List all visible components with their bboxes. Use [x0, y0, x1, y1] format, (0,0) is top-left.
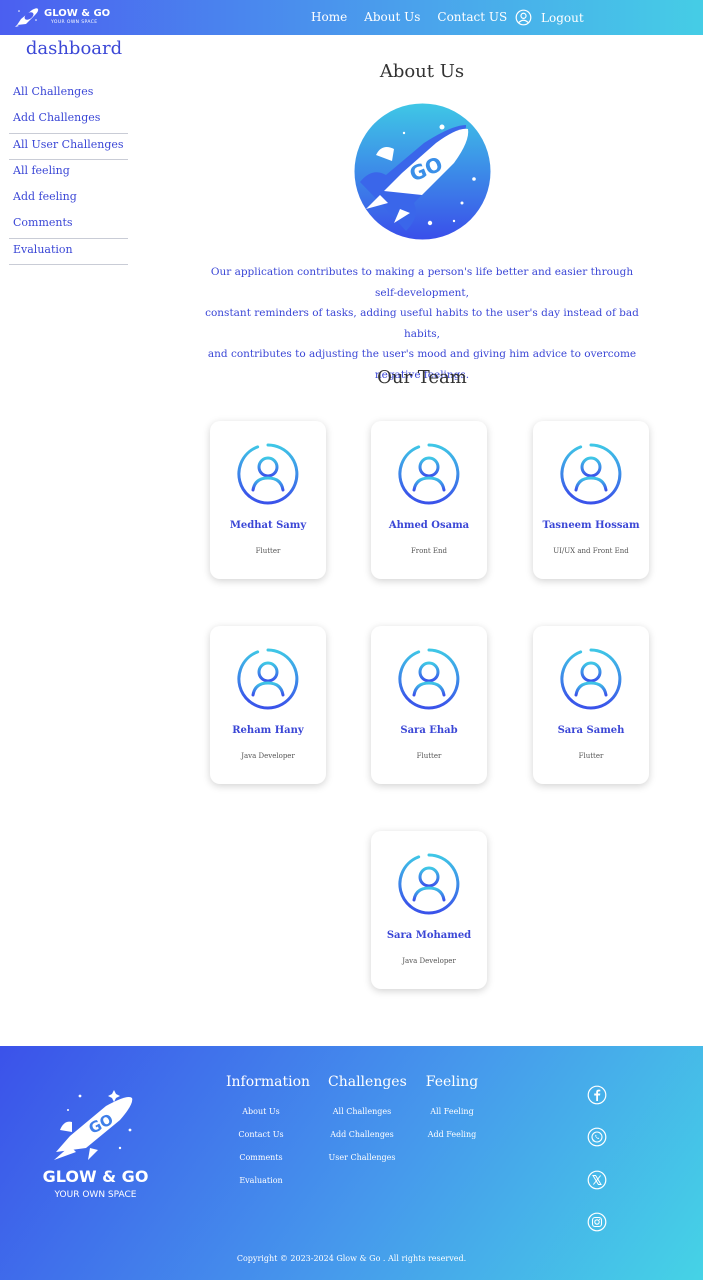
user-avatar-icon	[237, 648, 299, 710]
team-member-role: UI/UX and Front End	[553, 547, 629, 555]
team-title: Our Team	[377, 367, 467, 388]
user-circle-icon	[515, 9, 532, 26]
sidebar-item-evaluation[interactable]: Evaluation	[9, 239, 128, 266]
team-member-name: Tasneem Hossam	[542, 520, 640, 531]
user-avatar-icon	[560, 648, 622, 710]
team-member-role: Flutter	[255, 547, 281, 555]
footer-link-comments[interactable]: Comments	[226, 1153, 296, 1162]
footer-column-title: Feeling	[425, 1074, 479, 1090]
about-line: Our application contributes to making a …	[210, 266, 634, 299]
team-member-role: Flutter	[578, 752, 604, 760]
nav-links: Home About Us Contact US	[311, 10, 524, 24]
footer-link-add-challenges[interactable]: Add Challenges	[328, 1130, 396, 1139]
team-member-name: Reham Hany	[232, 725, 304, 736]
team-member-name: Medhat Samy	[229, 520, 307, 531]
footer-column-title: Challenges	[328, 1074, 407, 1090]
user-avatar-icon	[560, 443, 622, 505]
logout-label: Logout	[541, 10, 584, 25]
team-member-card: Sara Sameh Flutter	[533, 626, 649, 784]
footer-link-evaluation[interactable]: Evaluation	[226, 1176, 296, 1185]
user-avatar-icon	[237, 443, 299, 505]
team-member-name: Sara Ehab	[400, 725, 458, 736]
app-logo-icon: GO	[354, 103, 491, 240]
user-avatar-icon	[398, 648, 460, 710]
sidebar-item-add-feeling[interactable]: Add feeling	[9, 186, 128, 212]
copyright-text: Copyright © 2023-2024 Glow & Go . All ri…	[236, 1254, 467, 1263]
sidebar-item-all-user-challenges[interactable]: All User Challenges	[9, 134, 128, 160]
brand-name: GLOW & GO	[44, 7, 111, 19]
footer-link-about-us[interactable]: About Us	[226, 1107, 296, 1116]
footer-column-title: Information	[226, 1074, 311, 1090]
team-member-card: Sara Mohamed Java Developer	[371, 831, 487, 989]
team-member-name: Ahmed Osama	[388, 520, 470, 531]
team-member-role: Java Developer	[241, 752, 295, 760]
x-twitter-icon[interactable]	[587, 1170, 607, 1190]
team-member-name: Sara Mohamed	[386, 930, 472, 941]
sidebar-title: dashboard	[25, 38, 123, 59]
nav-contact-link[interactable]: Contact US	[437, 10, 507, 24]
nav-about-link[interactable]: About Us	[364, 10, 420, 24]
rocket-logo-icon	[15, 8, 39, 27]
user-avatar-icon	[398, 853, 460, 915]
footer: GO GLOW & GO YOUR OWN SPACE Information …	[0, 1046, 703, 1280]
footer-column-feeling: Feeling All Feeling Add Feeling	[422, 1074, 482, 1139]
rocket-logo-icon: GO	[54, 1090, 133, 1160]
team-member-card: Medhat Samy Flutter	[210, 421, 326, 579]
user-avatar-icon	[398, 443, 460, 505]
brand-tagline: YOUR OWN SPACE	[51, 19, 98, 25]
sidebar-item-comments[interactable]: Comments	[9, 212, 128, 239]
footer-link-contact-us[interactable]: Contact Us	[226, 1130, 296, 1139]
team-member-card: Ahmed Osama Front End	[371, 421, 487, 579]
footer-link-all-feeling[interactable]: All Feeling	[422, 1107, 482, 1116]
team-member-card: Sara Ehab Flutter	[371, 626, 487, 784]
team-member-role: Java Developer	[402, 957, 456, 965]
sidebar-item-all-challenges[interactable]: All Challenges	[9, 81, 128, 107]
facebook-icon[interactable]	[587, 1085, 607, 1105]
footer-column-challenges: Challenges All Challenges Add Challenges…	[328, 1074, 407, 1162]
top-navbar: GLOW & GO YOUR OWN SPACE Home About Us C…	[0, 0, 703, 35]
team-member-card: Reham Hany Java Developer	[210, 626, 326, 784]
nav-home-link[interactable]: Home	[311, 10, 347, 24]
logout-button[interactable]: Logout	[515, 9, 584, 26]
team-member-card: Tasneem Hossam UI/UX and Front End	[533, 421, 649, 579]
footer-link-user-challenges[interactable]: User Challenges	[328, 1153, 396, 1162]
brand[interactable]: GLOW & GO YOUR OWN SPACE	[14, 6, 110, 28]
sidebar-item-add-challenges[interactable]: Add Challenges	[9, 107, 128, 134]
instagram-icon[interactable]	[587, 1212, 607, 1232]
footer-brand-name: GLOW & GO	[42, 1167, 149, 1186]
about-title: About Us	[379, 61, 465, 82]
team-member-role: Flutter	[416, 752, 442, 760]
footer-column-information: Information About Us Contact Us Comments…	[226, 1074, 311, 1185]
team-member-name: Sara Sameh	[557, 725, 625, 736]
team-member-role: Front End	[410, 547, 448, 555]
sidebar-item-all-feeling[interactable]: All feeling	[9, 160, 128, 186]
footer-brand-tagline: YOUR OWN SPACE	[54, 1190, 137, 1200]
sidebar: dashboard All Challenges Add Challenges …	[9, 38, 128, 266]
whatsapp-icon[interactable]	[587, 1127, 607, 1147]
footer-link-add-feeling[interactable]: Add Feeling	[422, 1130, 482, 1139]
footer-link-all-challenges[interactable]: All Challenges	[328, 1107, 396, 1116]
about-line: constant reminders of tasks, adding usef…	[205, 307, 639, 340]
